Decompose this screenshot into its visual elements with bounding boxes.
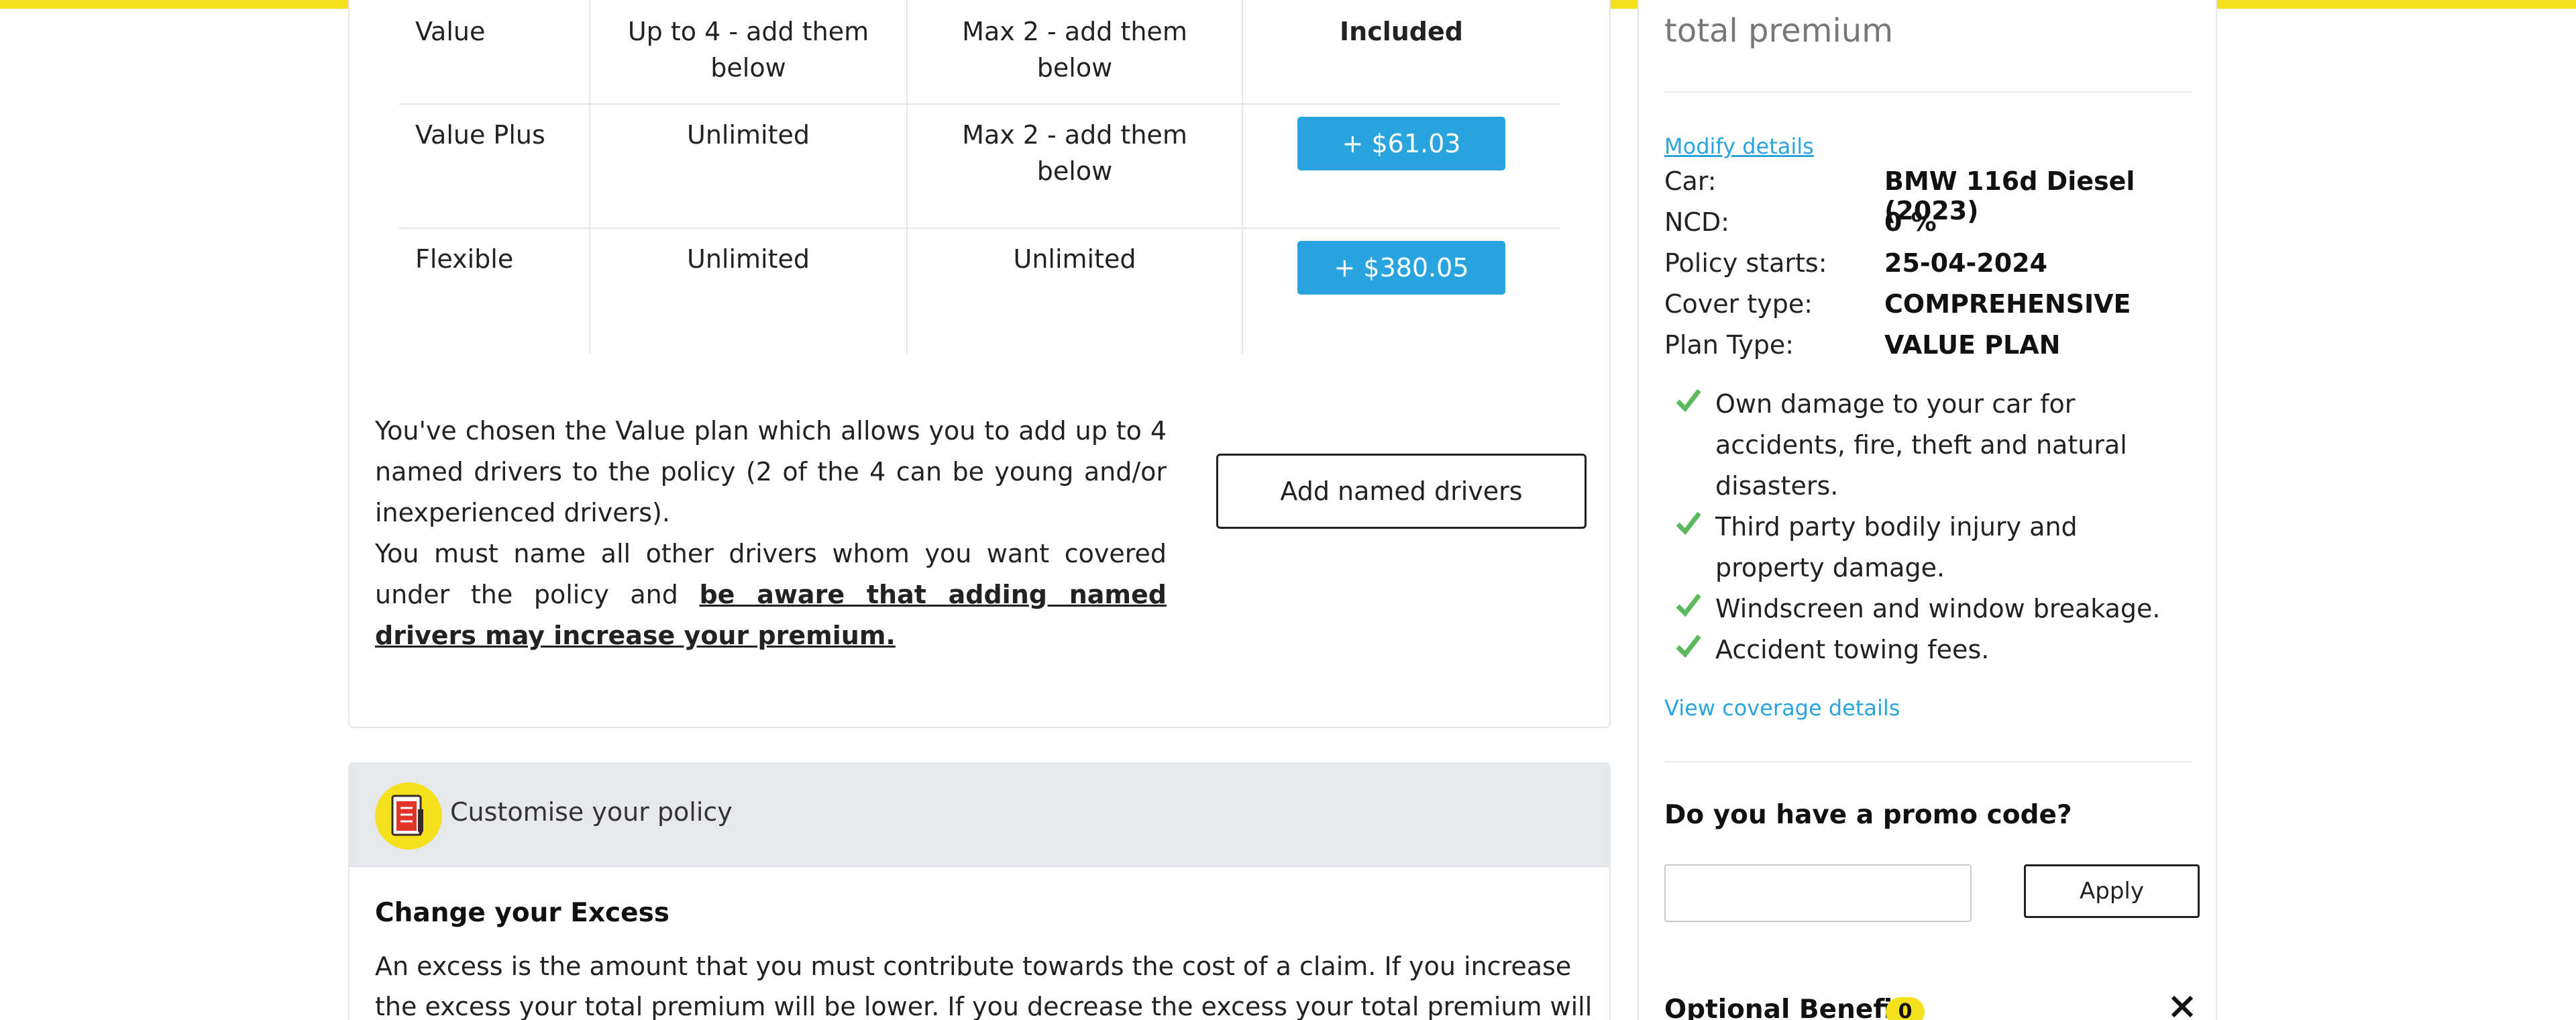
detail-key: NCD: <box>1664 207 1730 237</box>
change-excess-heading: Change your Excess <box>375 898 669 928</box>
policy-document-icon <box>375 782 442 850</box>
add-named-drivers-button[interactable]: Add named drivers <box>1216 454 1587 529</box>
plan-price-cell: + $380.05 <box>1242 229 1560 354</box>
customise-policy-header[interactable]: Customise your policy <box>350 764 1609 867</box>
coverage-text: Own damage to your car for accidents, fi… <box>1715 389 2127 501</box>
list-item: Own damage to your car for accidents, fi… <box>1664 384 2192 507</box>
coverage-text: Windscreen and window breakage. <box>1715 594 2161 623</box>
promo-code-heading: Do you have a promo code? <box>1664 800 2072 830</box>
plan-name: Value <box>415 17 486 46</box>
coverage-list: Own damage to your car for accidents, fi… <box>1664 384 2192 670</box>
excess-description: An excess is the amount that you must co… <box>375 952 1593 1020</box>
detail-key: Cover type: <box>1664 289 1813 319</box>
summary-sidebar: total premium Modify details Car: BMW 11… <box>1638 0 2217 1020</box>
plan-explanation: You've chosen the Value plan which allow… <box>375 411 1167 656</box>
plan-card: Value Up to 4 - add them below Max 2 - a… <box>348 0 1611 728</box>
named-drivers-warning: You must name all other drivers whom you… <box>375 533 1167 656</box>
named-drivers-cell: Unlimited <box>589 229 906 354</box>
select-flexible-button[interactable]: + $380.05 <box>1297 241 1505 295</box>
coverage-text: Third party bodily injury and property d… <box>1715 512 2078 582</box>
check-icon <box>1676 389 1701 413</box>
plan-name: Value Plus <box>415 120 545 150</box>
plan-explanation-text: You've chosen the Value plan which allow… <box>375 416 1167 527</box>
customise-policy-card: Customise your policy Change your Excess… <box>348 762 1611 1020</box>
young-drivers-cell: Max 2 - add them below <box>906 0 1242 103</box>
table-row: Value Up to 4 - add them below Max 2 - a… <box>399 0 1560 105</box>
select-value-plus-button[interactable]: + $61.03 <box>1297 117 1505 170</box>
detail-key: Car: <box>1664 166 1717 196</box>
modify-details-link[interactable]: Modify details <box>1664 134 1814 159</box>
check-icon <box>1676 511 1701 536</box>
detail-value: 25-04-2024 <box>1884 248 2048 278</box>
detail-value: 0 % <box>1884 207 1937 237</box>
divider <box>1664 91 2192 93</box>
apply-promo-button[interactable]: Apply <box>2024 864 2200 918</box>
young-drivers-cell: Max 2 - add them below <box>906 105 1242 227</box>
detail-key: Plan Type: <box>1664 330 1794 360</box>
optional-benefits-heading[interactable]: Optional Benefits <box>1664 994 1921 1020</box>
list-item: Windscreen and window breakage. <box>1664 589 2192 629</box>
close-icon[interactable] <box>2167 992 2197 1020</box>
plan-price-included: Included <box>1242 0 1560 103</box>
promo-code-input[interactable] <box>1664 864 1972 922</box>
detail-value: COMPREHENSIVE <box>1884 289 2131 319</box>
detail-key: Policy starts: <box>1664 248 1827 278</box>
named-drivers-cell: Unlimited <box>589 105 906 227</box>
detail-value: VALUE PLAN <box>1884 330 2061 360</box>
table-row: Flexible Unlimited Unlimited + $380.05 <box>399 229 1560 354</box>
check-icon <box>1676 634 1701 658</box>
view-coverage-details-link[interactable]: View coverage details <box>1664 695 1900 721</box>
list-item: Third party bodily injury and property d… <box>1664 507 2192 589</box>
divider <box>1664 761 2192 762</box>
total-premium-label: total premium <box>1664 12 1893 50</box>
list-item: Accident towing fees. <box>1664 629 2192 670</box>
table-row: Value Plus Unlimited Max 2 - add them be… <box>399 105 1560 229</box>
named-drivers-cell: Up to 4 - add them below <box>589 0 906 103</box>
optional-benefits-count-badge: 0 <box>1886 997 1925 1020</box>
check-icon <box>1676 593 1701 617</box>
plan-name: Flexible <box>415 244 514 274</box>
customise-policy-title: Customise your policy <box>450 797 733 827</box>
plan-price-cell: + $61.03 <box>1242 105 1560 227</box>
young-drivers-cell: Unlimited <box>906 229 1242 354</box>
coverage-text: Accident towing fees. <box>1715 635 1990 664</box>
